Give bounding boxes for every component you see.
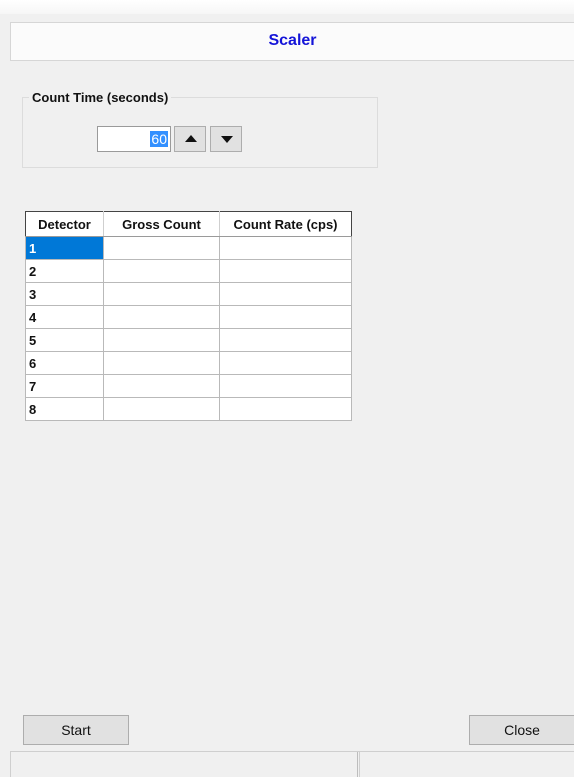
table-row[interactable]: 2 [25, 259, 352, 283]
table-header-row: Detector Gross Count Count Rate (cps) [25, 211, 352, 237]
page-title: Scaler [268, 32, 317, 49]
count-rate-cell[interactable] [219, 305, 352, 329]
count-time-value: 60 [150, 131, 168, 147]
count-rate-cell[interactable] [219, 397, 352, 421]
status-pane-left [10, 752, 358, 777]
column-header-count-rate[interactable]: Count Rate (cps) [219, 211, 352, 237]
title-bar [0, 0, 574, 14]
close-button[interactable]: Close [469, 715, 574, 745]
gross-count-cell[interactable] [103, 351, 220, 375]
table-row[interactable]: 7 [25, 374, 352, 398]
count-rate-cell[interactable] [219, 351, 352, 375]
gross-count-cell[interactable] [103, 282, 220, 306]
status-pane-right [359, 752, 574, 777]
table-row[interactable]: 8 [25, 397, 352, 421]
detector-cell[interactable]: 2 [25, 259, 104, 283]
gross-count-cell[interactable] [103, 259, 220, 283]
gross-count-cell[interactable] [103, 397, 220, 421]
detector-cell[interactable]: 8 [25, 397, 104, 421]
table-row[interactable]: 6 [25, 351, 352, 375]
arrow-down-icon [221, 136, 233, 143]
count-rate-cell[interactable] [219, 282, 352, 306]
arrow-up-icon [185, 135, 197, 142]
gross-count-cell[interactable] [103, 236, 220, 260]
detector-cell[interactable]: 6 [25, 351, 104, 375]
count-rate-cell[interactable] [219, 259, 352, 283]
decrement-button[interactable] [210, 126, 242, 152]
detector-table: Detector Gross Count Count Rate (cps) 1 … [25, 211, 352, 421]
count-time-label: Count Time (seconds) [29, 90, 172, 105]
detector-cell[interactable]: 3 [25, 282, 104, 306]
increment-button[interactable] [174, 126, 206, 152]
column-header-gross-count[interactable]: Gross Count [103, 211, 220, 237]
status-bar [10, 751, 574, 777]
count-time-input[interactable]: 60 [97, 126, 171, 152]
gross-count-cell[interactable] [103, 328, 220, 352]
detector-cell[interactable]: 1 [25, 236, 104, 260]
gross-count-cell[interactable] [103, 374, 220, 398]
table-row[interactable]: 1 [25, 236, 352, 260]
detector-cell[interactable]: 4 [25, 305, 104, 329]
table-row[interactable]: 4 [25, 305, 352, 329]
count-rate-cell[interactable] [219, 374, 352, 398]
count-rate-cell[interactable] [219, 328, 352, 352]
gross-count-cell[interactable] [103, 305, 220, 329]
column-header-detector[interactable]: Detector [25, 211, 104, 237]
detector-cell[interactable]: 7 [25, 374, 104, 398]
start-button[interactable]: Start [23, 715, 129, 745]
detector-cell[interactable]: 5 [25, 328, 104, 352]
header-panel: Scaler [10, 22, 574, 61]
table-row[interactable]: 5 [25, 328, 352, 352]
count-rate-cell[interactable] [219, 236, 352, 260]
table-row[interactable]: 3 [25, 282, 352, 306]
